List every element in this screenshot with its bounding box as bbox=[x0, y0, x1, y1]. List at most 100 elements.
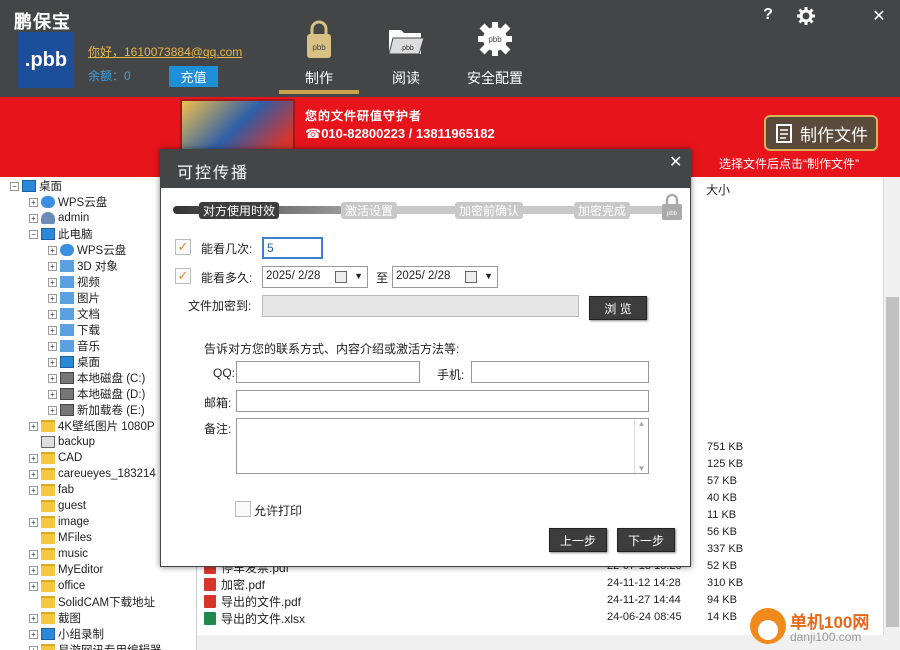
vertical-scrollbar[interactable] bbox=[883, 177, 900, 635]
expand-toggle[interactable]: + bbox=[48, 309, 57, 319]
expand-toggle[interactable]: + bbox=[29, 613, 38, 623]
tree-item[interactable]: − 桌面 bbox=[10, 178, 62, 194]
expand-toggle[interactable]: + bbox=[48, 357, 57, 367]
size-column-header[interactable]: 大小 bbox=[706, 181, 730, 198]
tree-item[interactable]: + WPS云盘 bbox=[48, 242, 126, 258]
tree-item[interactable]: + admin bbox=[29, 210, 89, 226]
email-input[interactable] bbox=[236, 390, 649, 412]
times-input[interactable] bbox=[262, 237, 323, 259]
expand-toggle[interactable]: + bbox=[29, 581, 38, 591]
expand-toggle[interactable]: + bbox=[48, 389, 57, 399]
tree-item[interactable]: + 截图 bbox=[29, 610, 81, 626]
close-window-button[interactable]: ✕ bbox=[869, 6, 889, 26]
tree-item[interactable]: guest bbox=[29, 498, 86, 514]
collapse-toggle[interactable]: − bbox=[29, 229, 38, 239]
tree-item[interactable]: + 桌面 bbox=[48, 354, 100, 370]
date-to-value: 2025/ 2/28 bbox=[396, 270, 451, 282]
expand-toggle[interactable]: + bbox=[29, 469, 38, 479]
help-button[interactable]: ? bbox=[758, 6, 778, 26]
expand-toggle[interactable]: + bbox=[29, 485, 38, 495]
note-textarea[interactable]: ▲ ▼ bbox=[236, 418, 649, 474]
dialog-close-button[interactable]: ✕ bbox=[669, 152, 682, 172]
expand-toggle[interactable]: + bbox=[48, 341, 57, 351]
phone-input[interactable] bbox=[471, 361, 649, 383]
date-to-picker[interactable]: 2025/ 2/28 ▼ bbox=[392, 266, 498, 288]
settings-button[interactable] bbox=[796, 6, 816, 26]
file-size-cell: 40 KB bbox=[707, 492, 737, 504]
tree-item[interactable]: + 下载 bbox=[48, 322, 100, 338]
tree-item[interactable]: + music bbox=[29, 546, 88, 562]
tree-item[interactable]: + fab bbox=[29, 482, 74, 498]
expand-toggle[interactable]: + bbox=[29, 453, 38, 463]
times-checkbox[interactable]: ✓ bbox=[175, 239, 191, 255]
encrypt-to-path-input[interactable] bbox=[262, 295, 579, 317]
tree-item[interactable]: + image bbox=[29, 514, 89, 530]
expand-toggle[interactable]: + bbox=[48, 325, 57, 335]
scrollbar-thumb[interactable] bbox=[886, 297, 899, 627]
folder-icon bbox=[41, 500, 55, 512]
tree-item-label: 桌面 bbox=[77, 357, 100, 369]
expand-toggle[interactable]: + bbox=[48, 405, 57, 415]
expand-toggle[interactable]: + bbox=[48, 373, 57, 383]
qq-input[interactable] bbox=[236, 361, 420, 383]
expand-toggle[interactable]: + bbox=[29, 421, 38, 431]
expand-toggle[interactable]: + bbox=[48, 245, 57, 255]
tree-item[interactable]: + careueyes_183214 bbox=[29, 466, 156, 482]
date-from-picker[interactable]: 2025/ 2/28 ▼ bbox=[262, 266, 368, 288]
expand-toggle[interactable]: + bbox=[29, 645, 38, 650]
browse-button[interactable]: 浏 览 bbox=[589, 296, 647, 320]
tree-item[interactable]: + CAD bbox=[29, 450, 82, 466]
expand-toggle[interactable]: + bbox=[29, 549, 38, 559]
tree-item[interactable]: + 小组录制 bbox=[29, 626, 104, 642]
folder-icon bbox=[41, 580, 55, 592]
expand-toggle[interactable]: + bbox=[29, 213, 38, 223]
tree-item[interactable]: +3D 对象 bbox=[48, 258, 118, 274]
file-row[interactable]: 加密.pdf bbox=[204, 576, 265, 593]
expand-toggle[interactable]: + bbox=[29, 629, 38, 639]
file-row[interactable]: 导出的文件.pdf bbox=[204, 593, 301, 610]
svg-text:pbb: pbb bbox=[667, 211, 678, 217]
expand-toggle[interactable]: + bbox=[48, 277, 57, 287]
tree-item[interactable]: +4K壁纸图片 1080P bbox=[29, 418, 155, 434]
file-row[interactable]: 导出的文件.xlsx bbox=[204, 610, 305, 627]
prev-step-button[interactable]: 上一步 bbox=[549, 528, 607, 552]
tree-item-label: 3D 对象 bbox=[77, 261, 118, 273]
tab-make[interactable]: pbb 制作 bbox=[279, 18, 359, 94]
chevron-up-icon: ▲ bbox=[637, 419, 646, 428]
expand-toggle[interactable]: + bbox=[29, 517, 38, 527]
tree-item[interactable]: + 文档 bbox=[48, 306, 100, 322]
tree-item[interactable]: MFiles bbox=[29, 530, 92, 546]
tree-item[interactable]: + office bbox=[29, 578, 85, 594]
tree-item[interactable]: + 视频 bbox=[48, 274, 100, 290]
expand-toggle[interactable]: + bbox=[48, 261, 57, 271]
tree-item[interactable]: + 本地磁盘 (D:) bbox=[48, 386, 145, 402]
next-step-button[interactable]: 下一步 bbox=[617, 528, 675, 552]
tree-item-label: 视频 bbox=[77, 277, 100, 289]
tree-item[interactable]: SolidCAM下载地址 bbox=[29, 594, 155, 610]
tree-item[interactable]: + 音乐 bbox=[48, 338, 100, 354]
textarea-scrollbar[interactable]: ▲ ▼ bbox=[634, 419, 648, 473]
expand-toggle[interactable]: + bbox=[48, 293, 57, 303]
collapse-toggle[interactable]: − bbox=[10, 181, 19, 191]
folder-icon bbox=[41, 420, 55, 432]
expand-toggle[interactable]: + bbox=[29, 197, 38, 207]
duration-checkbox[interactable]: ✓ bbox=[175, 268, 191, 284]
tree-item[interactable]: + 本地磁盘 (C:) bbox=[48, 370, 145, 386]
tree-item[interactable]: + MyEditor bbox=[29, 562, 103, 578]
make-file-button[interactable]: 制作文件 bbox=[764, 115, 878, 151]
tree-item[interactable]: − 此电脑 bbox=[29, 226, 93, 242]
allow-print-checkbox[interactable] bbox=[235, 501, 251, 517]
tree-item[interactable]: + 易游网讯专用编辑器 bbox=[29, 642, 162, 650]
tree-item[interactable]: + 图片 bbox=[48, 290, 100, 306]
user-greeting-link[interactable]: 你好，1610073884@qq.com bbox=[88, 43, 242, 60]
expand-toggle[interactable]: + bbox=[29, 565, 38, 575]
tree-item[interactable]: + WPS云盘 bbox=[29, 194, 107, 210]
cloud-icon bbox=[41, 196, 55, 208]
tab-read[interactable]: .pbb 阅读 bbox=[366, 18, 446, 94]
chevron-down-icon: ▼ bbox=[637, 464, 646, 473]
tree-item[interactable]: + 新加载卷 (E:) bbox=[48, 402, 145, 418]
tab-security-config[interactable]: pbb 安全配置 bbox=[455, 18, 535, 94]
recharge-button[interactable]: 充值 bbox=[169, 66, 218, 87]
allow-print-label: 允许打印 bbox=[254, 504, 303, 518]
tree-item[interactable]: backup bbox=[29, 434, 95, 450]
